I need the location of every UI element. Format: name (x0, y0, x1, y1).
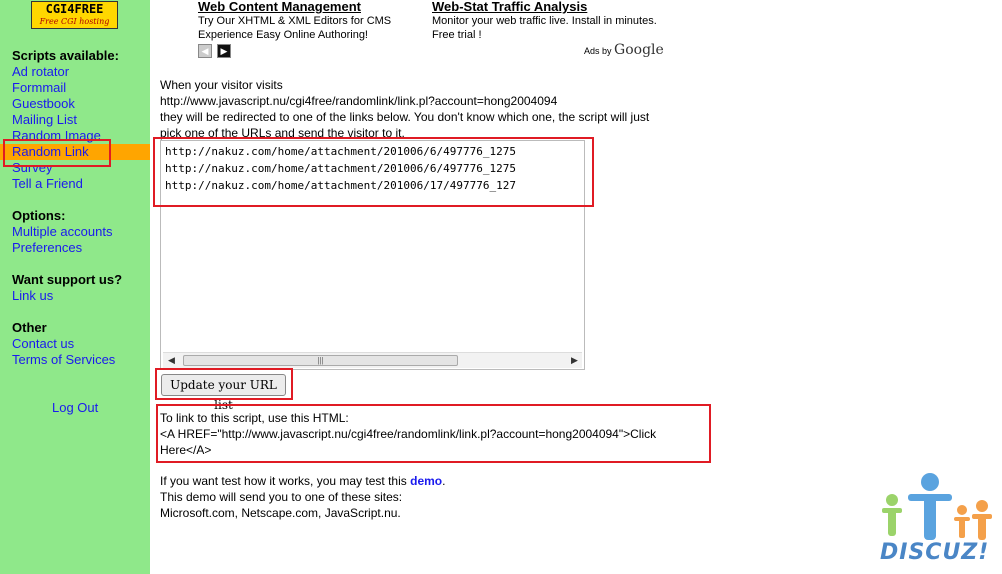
scroll-left-icon[interactable]: ◀ (168, 355, 175, 366)
ads-by-label: Ads by (584, 46, 612, 56)
link-html-section: To link to this script, use this HTML: <… (160, 410, 705, 458)
other-section: Other Contact us Terms of Services (12, 320, 115, 368)
discuz-logo-text: DISCUZ! (880, 540, 990, 565)
demo-sites: Microsoft.com, Netscape.com, JavaScript.… (160, 506, 401, 520)
support-heading: Want support us? (12, 272, 123, 287)
scripts-heading: Scripts available: (12, 48, 119, 63)
link-heading: To link to this script, use this HTML: (160, 411, 349, 425)
sidebar-item-link-us[interactable]: Link us (12, 288, 122, 304)
sidebar-item-survey[interactable]: Survey (12, 160, 150, 176)
test-prefix: If you want test how it works, you may t… (160, 474, 407, 488)
sidebar-item-tell-a-friend[interactable]: Tell a Friend (12, 176, 150, 192)
intro-text: When your visitor visits http://www.java… (160, 77, 720, 141)
ad-block-1[interactable]: Web Content Management Try Our XHTML & X… (198, 0, 418, 42)
scripts-section: Scripts available: Ad rotator Formmail G… (0, 48, 150, 192)
sidebar-item-ad-rotator[interactable]: Ad rotator (12, 64, 150, 80)
other-heading: Other (12, 320, 47, 335)
update-url-list-button[interactable]: Update your URL list (161, 374, 286, 412)
options-section: Options: Multiple accounts Preferences (12, 208, 112, 256)
link-html-line-1: <A HREF="http://www.javascript.nu/cgi4fr… (160, 427, 657, 441)
ad-title[interactable]: Web Content Management (198, 0, 418, 14)
sidebar-item-contact-us[interactable]: Contact us (12, 336, 115, 352)
demo-section: If you want test how it works, you may t… (160, 473, 720, 521)
ad-block-2[interactable]: Web-Stat Traffic Analysis Monitor your w… (432, 0, 657, 42)
discuz-watermark: DISCUZ! (878, 470, 1002, 574)
ad-title[interactable]: Web-Stat Traffic Analysis (432, 0, 657, 14)
scrollbar-thumb[interactable]: ||| (183, 355, 458, 366)
chevron-left-icon[interactable]: ◀ (198, 44, 212, 58)
logo-tagline: Free CGI hosting (39, 17, 110, 26)
intro-line-3: pick one of the URLs and send the visito… (160, 126, 405, 140)
sidebar-item-preferences[interactable]: Preferences (12, 240, 112, 256)
sidebar-item-guestbook[interactable]: Guestbook (12, 96, 150, 112)
chevron-right-icon[interactable]: ▶ (217, 44, 231, 58)
sidebar: CGI4FREE Free CGI hosting Scripts availa… (0, 0, 150, 574)
url-list-line: http://nakuz.com/home/attachment/201006/… (165, 162, 516, 175)
intro-line-2: they will be redirected to one of the li… (160, 110, 650, 124)
url-list-line: http://nakuz.com/home/attachment/201006/… (165, 179, 516, 192)
sidebar-item-terms-of-services[interactable]: Terms of Services (12, 352, 115, 368)
sidebar-item-random-link[interactable]: Random Link (0, 144, 150, 160)
scroll-right-icon[interactable]: ▶ (571, 355, 578, 366)
google-logo: Google (614, 42, 664, 58)
sidebar-item-mailing-list[interactable]: Mailing List (12, 112, 150, 128)
sidebar-item-random-image[interactable]: Random Image (12, 128, 150, 144)
sidebar-item-multiple-accounts[interactable]: Multiple accounts (12, 224, 112, 240)
sidebar-item-formmail[interactable]: Formmail (12, 80, 150, 96)
ads-by-google[interactable]: Ads by Google (584, 42, 664, 58)
test-suffix: . (442, 474, 446, 488)
options-heading: Options: (12, 208, 66, 223)
demo-link[interactable]: demo (410, 474, 442, 488)
intro-line-1: When your visitor visits (160, 78, 283, 92)
horizontal-scrollbar[interactable]: ◀ ||| ▶ (163, 352, 582, 368)
ad-text: Try Our XHTML & XML Editors for CMS Expe… (198, 15, 392, 41)
people-figures-icon (882, 473, 992, 540)
ad-text: Monitor your web traffic live. Install i… (432, 15, 657, 41)
link-html-code[interactable]: <A HREF="http://www.javascript.nu/cgi4fr… (160, 426, 705, 458)
logout-link[interactable]: Log Out (52, 400, 98, 416)
link-html-line-2: Here</A> (160, 443, 212, 457)
demo-line: This demo will send you to one of these … (160, 490, 403, 504)
support-section: Want support us? Link us (12, 272, 122, 304)
intro-url: http://www.javascript.nu/cgi4free/random… (160, 94, 558, 108)
url-list: http://nakuz.com/home/attachment/201006/… (161, 143, 584, 194)
site-logo[interactable]: CGI4FREE Free CGI hosting (31, 1, 118, 29)
test-line: If you want test how it works, you may t… (160, 473, 720, 489)
url-list-textarea[interactable]: http://nakuz.com/home/attachment/201006/… (160, 140, 585, 370)
logo-text: CGI4FREE (45, 2, 104, 16)
url-list-line: http://nakuz.com/home/attachment/201006/… (165, 145, 516, 158)
